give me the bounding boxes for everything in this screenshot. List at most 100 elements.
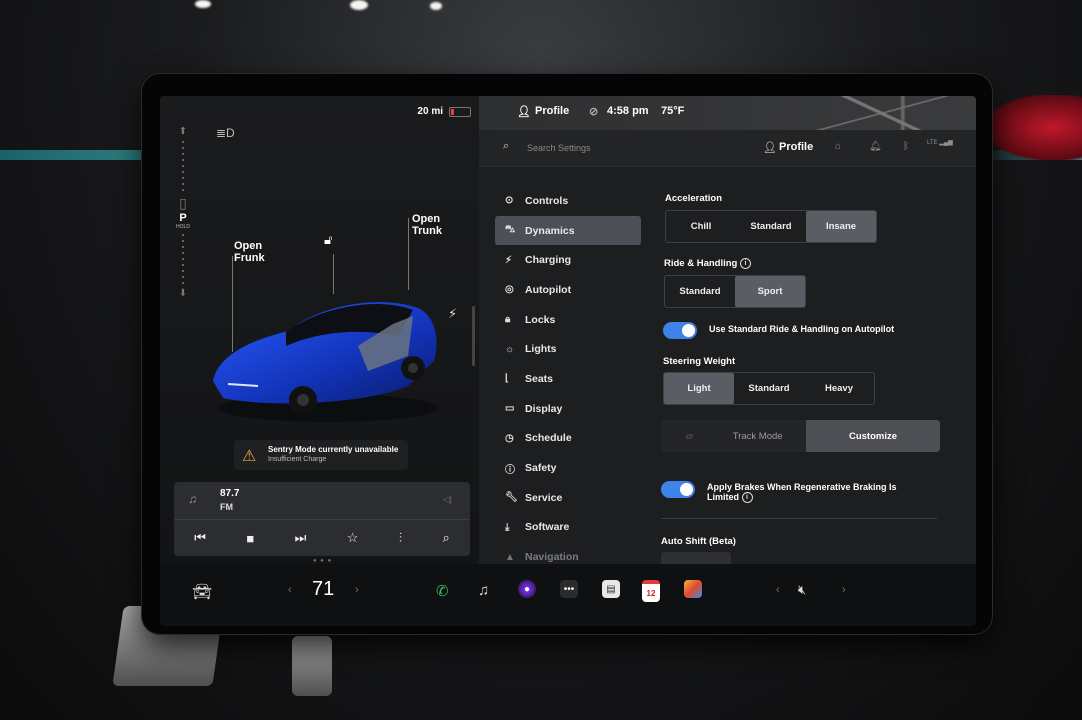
- ceiling-light: [430, 2, 442, 10]
- menu-label: Dynamics: [525, 224, 575, 237]
- music-icon[interactable]: ♫: [478, 582, 489, 599]
- menu-item-dynamics[interactable]: ⛍ Dynamics: [495, 215, 641, 246]
- car-outline-icon: ▯: [179, 195, 187, 211]
- menu-item-safety[interactable]: ⓘ Safety: [495, 453, 641, 483]
- seat-icon: ⌊: [505, 373, 509, 385]
- menu-label: Software: [525, 521, 570, 534]
- favorite-star-icon[interactable]: ☆: [347, 530, 359, 546]
- search-icon[interactable]: ⌕: [442, 530, 449, 546]
- gear-selector[interactable]: ⬆ ▯ P HOLD ⬇: [172, 126, 194, 326]
- headlight-icon[interactable]: ≣D: [216, 126, 235, 140]
- garage-icon[interactable]: ⌂: [835, 141, 841, 152]
- phone-icon[interactable]: ✆: [436, 582, 449, 600]
- mute-icon[interactable]: 🔇︎: [798, 582, 806, 598]
- ceiling-light: [350, 0, 368, 10]
- profile-icon[interactable]: 👤︎: [517, 105, 531, 118]
- stop-icon[interactable]: ■: [246, 531, 254, 546]
- previous-icon[interactable]: ⏮: [194, 530, 206, 546]
- menu-label: Seats: [525, 372, 554, 385]
- menu-item-display[interactable]: ▭ Display: [495, 394, 641, 424]
- customize-button[interactable]: Customize: [806, 420, 940, 452]
- sentry-off-icon: ⊘: [589, 106, 599, 118]
- status-profile[interactable]: Profile: [535, 105, 569, 117]
- menu-item-software[interactable]: ⤓ Software: [495, 513, 641, 543]
- toggle-icon: ⊙: [505, 195, 514, 207]
- profile-icon[interactable]: 👤︎: [763, 141, 777, 154]
- menu-label: Controls: [525, 194, 569, 207]
- toybox-app-icon[interactable]: [684, 580, 702, 598]
- bluetooth-icon[interactable]: ᛒ: [903, 141, 909, 152]
- info-icon[interactable]: i: [741, 492, 753, 504]
- menu-item-autopilot[interactable]: ◎ Autopilot: [495, 275, 641, 305]
- calendar-day: 12: [646, 588, 656, 598]
- steering-standard[interactable]: Standard: [734, 373, 804, 404]
- track-flag-icon: ▱: [685, 430, 693, 442]
- battery-icon: [449, 106, 471, 117]
- standard-ride-autopilot-toggle[interactable]: [663, 322, 697, 339]
- menu-label: Charging: [525, 254, 572, 267]
- search-input[interactable]: [525, 139, 719, 157]
- menu-item-seats[interactable]: ⌊ Seats: [495, 364, 641, 394]
- volume-down-chevron-icon[interactable]: ‹: [776, 584, 780, 596]
- acceleration-insane[interactable]: Insane: [806, 211, 876, 242]
- info-icon: ⓘ: [505, 464, 515, 476]
- steering-icon: ◎: [505, 284, 514, 296]
- notes-app-icon[interactable]: ▤: [602, 580, 620, 598]
- ride-standard[interactable]: Standard: [665, 276, 735, 307]
- menu-label: Navigation: [525, 551, 579, 564]
- acceleration-standard[interactable]: Standard: [736, 211, 806, 242]
- steering-light[interactable]: Light: [664, 373, 734, 404]
- lte-label: LTE: [927, 140, 938, 146]
- trunk-label-line1: Open: [412, 213, 441, 225]
- charge-port-icon[interactable]: ⚡︎: [448, 306, 457, 322]
- info-icon[interactable]: i: [740, 258, 752, 269]
- radio-frequency: 87.7: [220, 488, 240, 499]
- equalizer-icon[interactable]: ⫶: [399, 530, 402, 546]
- acceleration-chill[interactable]: Chill: [666, 211, 736, 242]
- ride-handling-title: Ride & Handling i: [664, 258, 752, 269]
- camera-app-icon[interactable]: ●: [518, 580, 536, 598]
- menu-label: Safety: [525, 462, 557, 475]
- steering-weight-title: Steering Weight: [663, 356, 736, 367]
- cabin-temperature[interactable]: 71: [312, 578, 334, 601]
- gear-hold-label: HOLD: [176, 224, 190, 230]
- trunk-label-line2: Trunk: [412, 225, 442, 237]
- menu-item-lights[interactable]: ☼ Lights: [495, 334, 641, 364]
- car-model-image: [213, 302, 438, 422]
- auto-shift-selector[interactable]: [661, 552, 731, 564]
- calendar-app-icon[interactable]: 12: [642, 580, 660, 602]
- vehicle-panel: 20 mi ⬆ ▯ P HOLD ⬇ ≣D Open Frunk Open Tr…: [160, 96, 479, 564]
- more-apps-icon[interactable]: •••: [560, 580, 578, 598]
- temp-down-chevron-icon[interactable]: ‹: [288, 584, 292, 596]
- menu-label: Autopilot: [525, 283, 572, 296]
- bottom-dock: 🚘︎ ‹ 71 › ✆ ♫ ● ••• ▤ 12 ‹ 🔇︎ ›: [160, 564, 976, 626]
- next-icon[interactable]: ⏭: [295, 530, 307, 546]
- standard-ride-autopilot-label: Use Standard Ride & Handling on Autopilo…: [709, 324, 895, 334]
- menu-item-controls[interactable]: ⊙ Controls: [495, 186, 641, 216]
- car-icon[interactable]: 🚘︎: [192, 582, 212, 602]
- regen-brake-toggle[interactable]: [661, 481, 695, 498]
- menu-item-service[interactable]: 🔧︎ Service: [495, 483, 641, 513]
- volume-up-chevron-icon[interactable]: ›: [842, 584, 846, 596]
- scrollbar[interactable]: [472, 306, 475, 366]
- arrow-down-icon[interactable]: ⬇: [172, 288, 194, 299]
- search-profile[interactable]: Profile: [779, 141, 813, 153]
- ride-sport[interactable]: Sport: [735, 276, 805, 307]
- arrow-up-icon[interactable]: ⬆: [172, 126, 194, 137]
- temp-up-chevron-icon[interactable]: ›: [355, 584, 359, 596]
- menu-item-charging[interactable]: ⚡︎ Charging: [495, 245, 641, 275]
- sentry-status: ⚠ Sentry Mode currently unavailable Insu…: [234, 440, 408, 470]
- clock-time: 4:58 pm: [607, 105, 649, 117]
- menu-item-schedule[interactable]: ◷ Schedule: [495, 424, 641, 454]
- track-mode-label: Track Mode: [732, 430, 783, 442]
- menu-label: Lights: [525, 343, 557, 356]
- track-mode-button[interactable]: ▱ Track Mode: [662, 420, 806, 452]
- audio-source-icon[interactable]: ◁|: [443, 494, 452, 505]
- unlock-icon[interactable]: 🔓︎: [324, 232, 332, 248]
- steering-heavy[interactable]: Heavy: [804, 373, 874, 404]
- menu-item-locks[interactable]: 🔒︎ Locks: [495, 305, 641, 335]
- bell-icon[interactable]: 🔔︎: [869, 141, 882, 152]
- menu-label: Service: [525, 491, 563, 504]
- open-trunk-button[interactable]: Open Trunk: [412, 213, 442, 237]
- open-frunk-button[interactable]: Open Frunk: [234, 240, 265, 264]
